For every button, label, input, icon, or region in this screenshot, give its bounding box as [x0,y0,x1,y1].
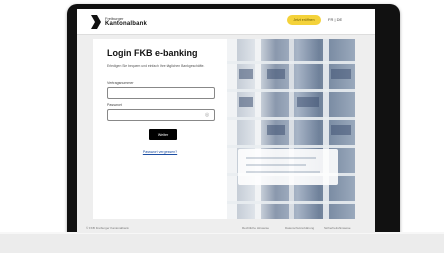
login-panel: Login FKB e-banking Erledigen Sie bequem… [93,39,227,219]
laptop-base [0,232,444,253]
building-photo [227,39,355,219]
language-switcher[interactable]: FR | DE [328,17,342,22]
brand-line-2: Kantonalbank [105,21,148,27]
footer-link-security[interactable]: Sicherheitshinweise [324,226,351,230]
password-label: Passwort [107,103,122,107]
screen: Freiburger Kantonalbank Jetzt eröffnen F… [77,9,375,233]
footer-link-legal[interactable]: Rechtliche Hinweise [242,226,269,230]
password-field[interactable]: ◎ [107,109,215,121]
forgot-password-link[interactable]: Passwort vergessen? [93,150,227,154]
brand-logo-icon [91,15,101,29]
footer-copyright: © FKB Freiburger Kantonalbank [86,226,129,230]
page-title: Login FKB e-banking [107,48,198,58]
show-password-icon[interactable]: ◎ [203,112,211,118]
brand-wordmark: Freiburger Kantonalbank [105,17,148,28]
footer-link-privacy[interactable]: Datenschutzerklärung [285,226,314,230]
site-header: Freiburger Kantonalbank Jetzt eröffnen F… [77,9,375,35]
login-description: Erledigen Sie bequem und einfach Ihre tä… [107,64,205,68]
photo-overlay-card [238,149,338,185]
contract-number-label: Vertragsnummer [107,81,134,85]
brand-logo[interactable]: Freiburger Kantonalbank [91,13,161,31]
continue-button[interactable]: Weiter [149,129,177,140]
site-footer: © FKB Freiburger Kantonalbank Rechtliche… [77,223,375,233]
open-account-button[interactable]: Jetzt eröffnen [287,15,321,25]
contract-number-field[interactable] [107,87,215,99]
